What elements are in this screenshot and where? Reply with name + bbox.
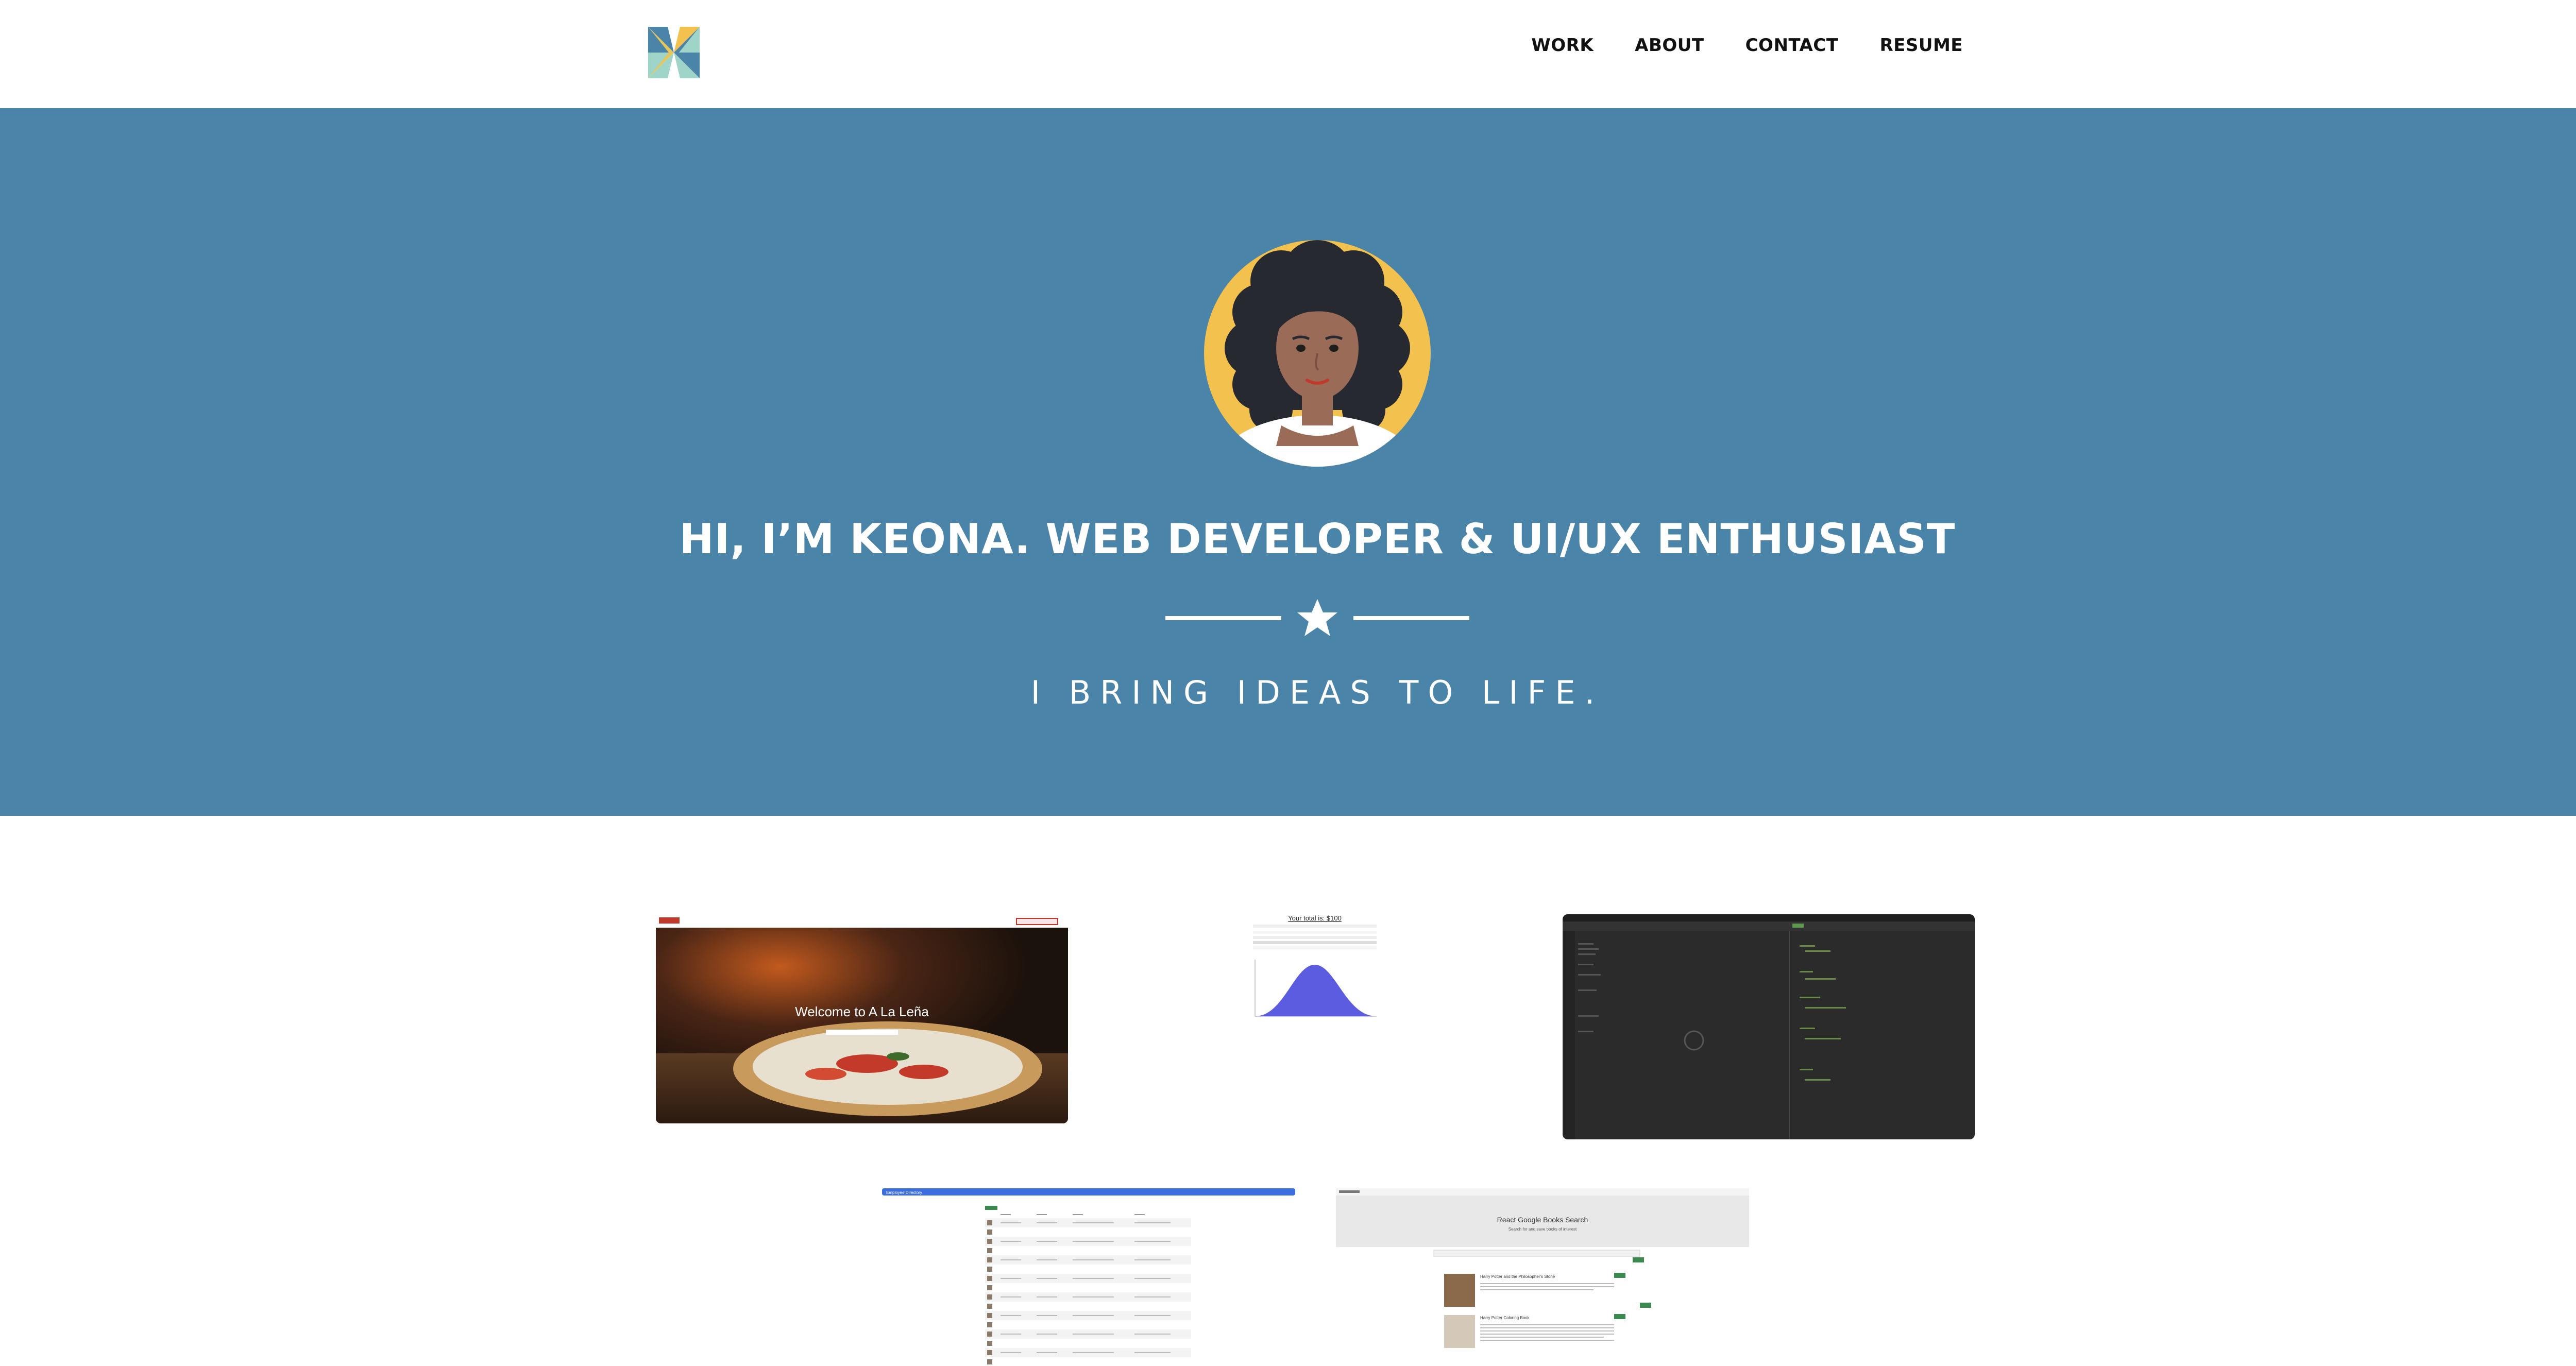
hero-section: HI, I’M KEONA. WEB DEVELOPER & UI/UX ENT… — [0, 108, 2576, 816]
logo[interactable] — [648, 27, 700, 78]
nav-resume-link[interactable]: RESUME — [1879, 35, 1963, 56]
main-nav: WORK ABOUT CONTACT RESUME — [1531, 35, 1963, 56]
project-google-books-book-1: Harry Potter and the Philosopher's Stone — [1480, 1274, 1555, 1279]
project-google-books-search[interactable]: React Google Books Search Search for and… — [1336, 1188, 1749, 1366]
nav-work-link[interactable]: WORK — [1531, 35, 1594, 56]
star-icon — [1297, 599, 1337, 636]
nav-contact-link[interactable]: CONTACT — [1745, 35, 1839, 56]
project-budget-chart[interactable]: Your total is: $100 — [1248, 913, 1382, 1026]
nav-about-link[interactable]: ABOUT — [1635, 35, 1704, 56]
project-a-la-lena[interactable]: Welcome to A La Leña — [656, 914, 1068, 1123]
project-employee-directory[interactable]: Employee Directory — [882, 1188, 1295, 1366]
project-a-la-lena-headline: Welcome to A La Leña — [795, 1004, 929, 1019]
project-google-books-subhead: Search for and save books of interest — [1509, 1227, 1577, 1232]
hero-divider — [1165, 595, 1469, 641]
hero-tagline: I BRING IDEAS TO LIFE. — [1030, 674, 1604, 711]
project-google-books-headline: React Google Books Search — [1497, 1216, 1588, 1224]
project-budget-chart-headline: Your total is: $100 — [1288, 914, 1342, 922]
avatar-illustration — [1204, 240, 1431, 467]
avatar — [1204, 230, 1431, 467]
site-header: WORK ABOUT CONTACT RESUME — [0, 0, 2576, 108]
project-google-books-book-2: Harry Potter Coloring Book — [1480, 1316, 1530, 1320]
logo-icon — [648, 27, 700, 78]
project-employee-directory-headline: Employee Directory — [886, 1190, 922, 1195]
project-code-editor[interactable] — [1563, 914, 1975, 1139]
hero-title: HI, I’M KEONA. WEB DEVELOPER & UI/UX ENT… — [679, 515, 1956, 563]
